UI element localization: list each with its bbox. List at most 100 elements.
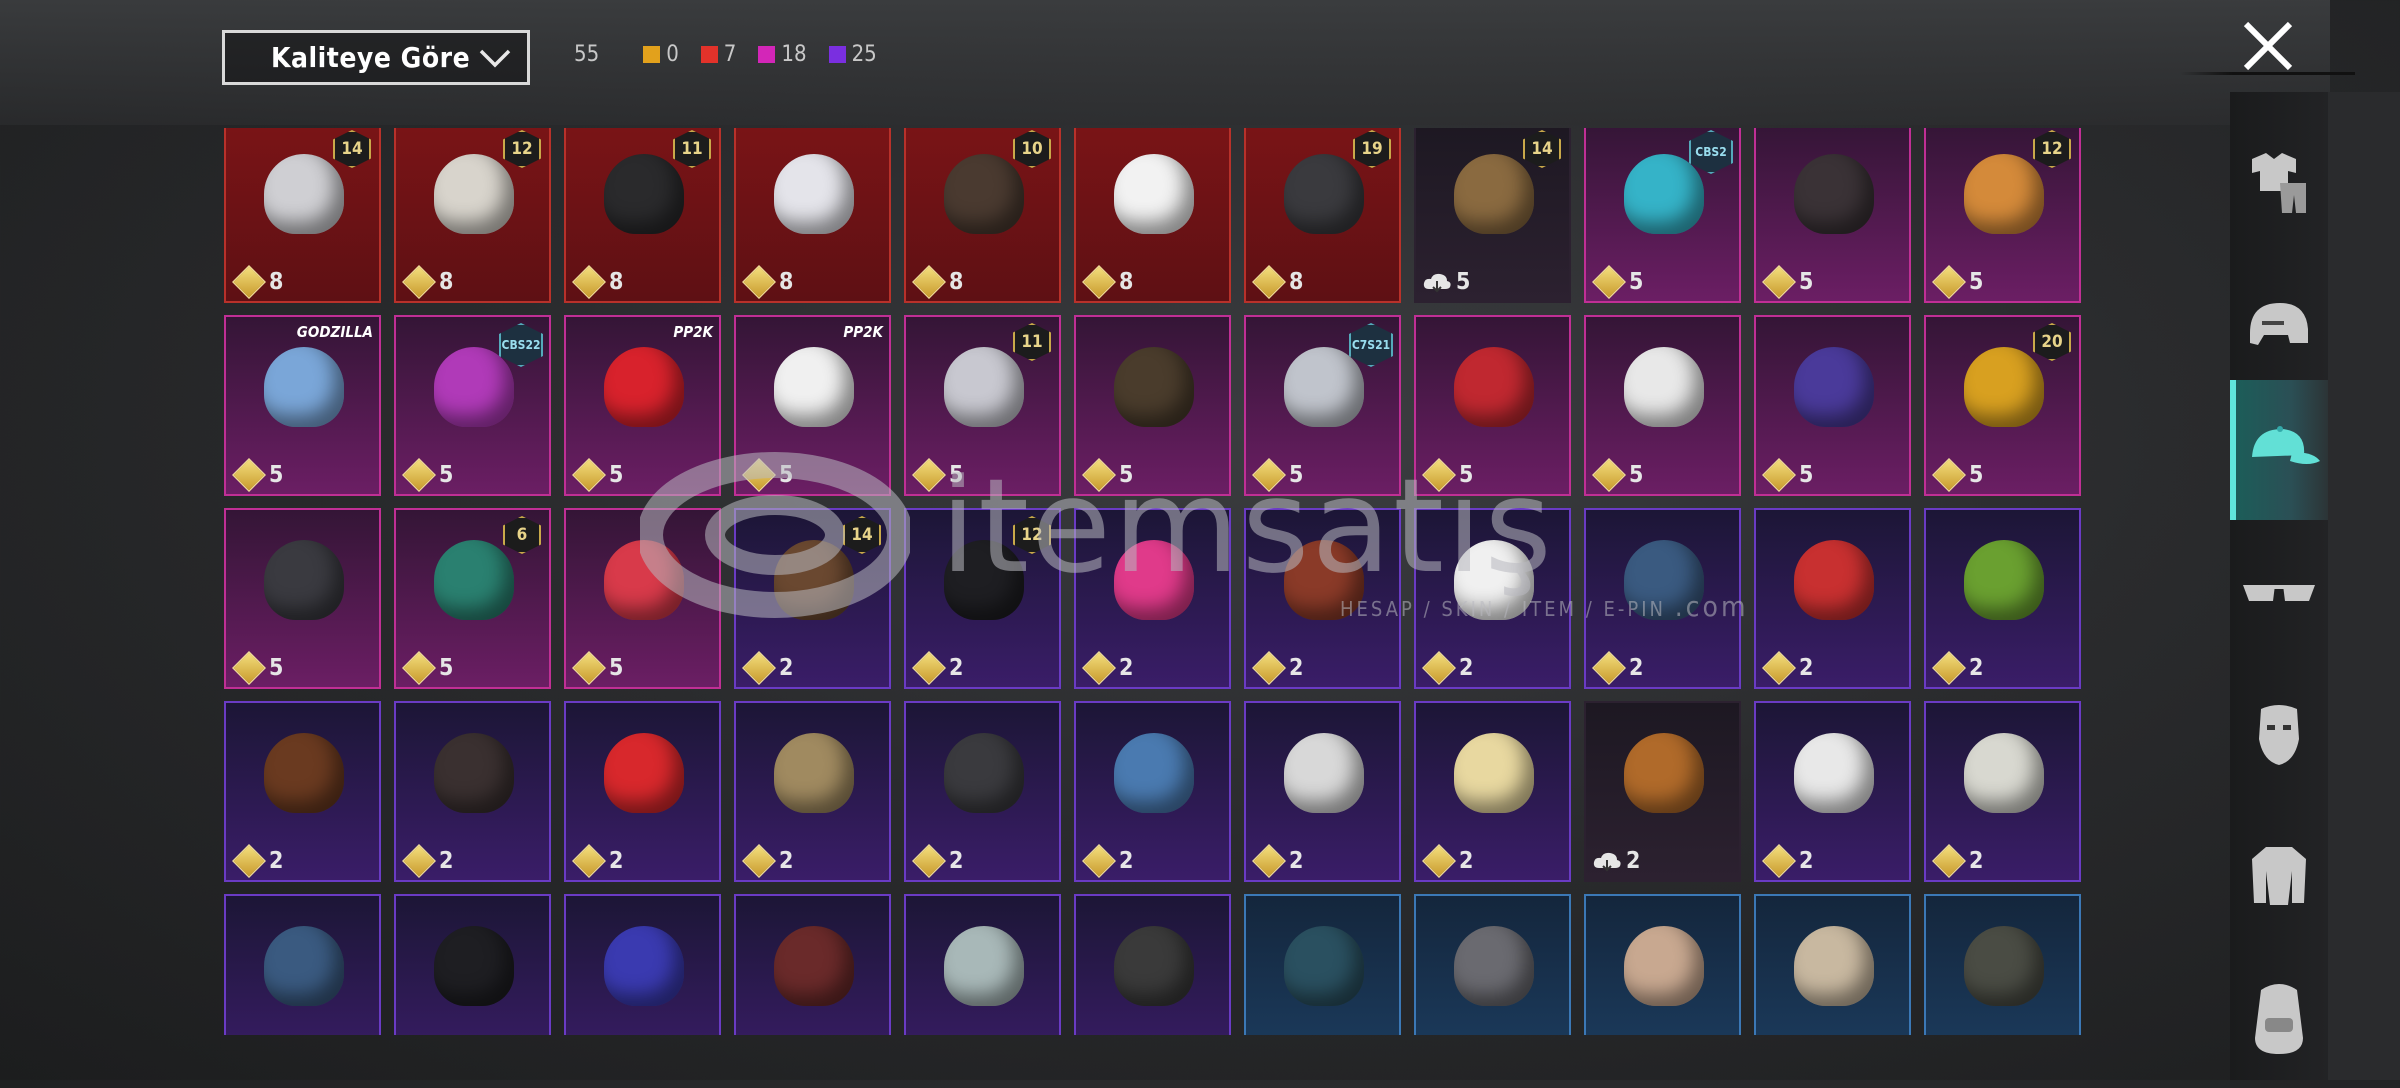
item-slot[interactable]: 2	[1244, 701, 1401, 882]
item-slot[interactable]: 2	[1074, 701, 1231, 882]
quantity-text: 2	[1626, 848, 1641, 874]
item-slot[interactable]: 1	[1414, 894, 1571, 1035]
item-slot[interactable]: 2	[1924, 508, 2081, 689]
item-quantity: 5	[570, 458, 623, 492]
item-slot[interactable]: 2	[1074, 508, 1231, 689]
item-slot[interactable]: 2	[394, 701, 551, 882]
item-icon	[604, 926, 684, 1006]
item-icon	[1624, 540, 1704, 620]
item-slot[interactable]: 2	[1584, 508, 1741, 689]
level-badge: 19	[1353, 130, 1391, 168]
quantity-text: 5	[1289, 462, 1304, 488]
item-slot[interactable]: 1	[1584, 894, 1741, 1035]
item-slot[interactable]: 2	[564, 701, 721, 882]
item-slot[interactable]: 2	[1414, 701, 1571, 882]
item-slot[interactable]: 5	[1074, 315, 1231, 496]
item-slot[interactable]: 1	[1924, 894, 2081, 1035]
item-slot[interactable]: PP2K 5	[734, 315, 891, 496]
item-slot[interactable]: 2	[1584, 701, 1741, 882]
item-slot[interactable]: 2	[394, 894, 551, 1035]
quantity-text: 5	[269, 462, 284, 488]
item-slot[interactable]: 8	[734, 128, 891, 303]
item-slot[interactable]: 8	[1074, 128, 1231, 303]
item-slot[interactable]: GODZILLA 5	[224, 315, 381, 496]
item-icon	[1114, 347, 1194, 427]
epic-swatch	[758, 46, 776, 63]
item-slot[interactable]: 2	[564, 894, 721, 1035]
item-slot[interactable]: 19 8	[1244, 128, 1401, 303]
item-slot[interactable]: 14 5	[1414, 128, 1571, 303]
tab-eyewear[interactable]	[2230, 522, 2328, 662]
level-badge: 14	[333, 130, 371, 168]
item-icon	[1624, 733, 1704, 813]
item-slot[interactable]: CBS22 5	[394, 315, 551, 496]
item-slot[interactable]: 5	[224, 508, 381, 689]
item-slot[interactable]: 20 5	[1924, 315, 2081, 496]
item-slot[interactable]: 2	[224, 894, 381, 1035]
crate-coupon-icon	[912, 458, 946, 492]
item-slot[interactable]: 5	[564, 508, 721, 689]
quantity-text: 8	[1119, 269, 1134, 295]
item-slot[interactable]: 11 8	[564, 128, 721, 303]
season-tag: PP2K	[843, 323, 883, 341]
item-icon	[1284, 540, 1364, 620]
crate-coupon-icon	[742, 651, 776, 685]
item-slot[interactable]: 14 2	[734, 508, 891, 689]
item-slot[interactable]: 2	[1244, 508, 1401, 689]
tab-top[interactable]	[2230, 806, 2328, 946]
item-quantity: 5	[1590, 265, 1643, 299]
item-slot[interactable]: 12 8	[394, 128, 551, 303]
item-icon	[1454, 154, 1534, 234]
item-icon	[264, 347, 344, 427]
item-slot[interactable]: 12 5	[1924, 128, 2081, 303]
item-slot[interactable]: 5	[1754, 128, 1911, 303]
item-icon	[434, 154, 514, 234]
item-slot[interactable]: 2	[1414, 508, 1571, 689]
item-icon	[604, 154, 684, 234]
crate-coupon-icon	[232, 844, 266, 878]
close-icon[interactable]	[2240, 18, 2296, 74]
item-icon	[1964, 733, 2044, 813]
item-slot[interactable]: 5	[1754, 315, 1911, 496]
item-icon	[434, 733, 514, 813]
tab-face[interactable]	[2230, 664, 2328, 804]
quantity-text: 2	[1969, 848, 1984, 874]
item-icon	[1794, 733, 1874, 813]
quantity-text: 2	[779, 655, 794, 681]
item-slot[interactable]: C7S21 5	[1244, 315, 1401, 496]
level-badge: 12	[2033, 130, 2071, 168]
item-slot[interactable]: PP2K 5	[564, 315, 721, 496]
item-slot[interactable]: 2	[1754, 701, 1911, 882]
quantity-text: 2	[1119, 655, 1134, 681]
tab-outfit[interactable]	[2230, 112, 2328, 252]
item-slot[interactable]: 2	[1924, 701, 2081, 882]
item-quantity: 2	[910, 844, 963, 878]
item-slot[interactable]: 5	[1584, 315, 1741, 496]
item-slot[interactable]: 12 2	[904, 508, 1061, 689]
item-slot[interactable]: 2	[224, 701, 381, 882]
item-slot[interactable]: CBS2 5	[1584, 128, 1741, 303]
item-slot[interactable]: 11 5	[904, 315, 1061, 496]
item-slot[interactable]: 10 8	[904, 128, 1061, 303]
item-slot[interactable]: 2	[734, 701, 891, 882]
crate-coupon-icon	[742, 265, 776, 299]
item-slot[interactable]: 2	[904, 894, 1061, 1035]
item-icon	[1114, 540, 1194, 620]
tab-helmet[interactable]	[2230, 258, 2328, 398]
item-slot[interactable]: 2	[904, 701, 1061, 882]
item-slot[interactable]: 14 8	[224, 128, 381, 303]
sort-dropdown[interactable]: Kaliteye Göre	[222, 30, 530, 85]
item-slot[interactable]: 5	[1414, 315, 1571, 496]
item-slot[interactable]: 2	[1754, 508, 1911, 689]
level-badge: 14	[843, 516, 881, 554]
tab-headwear[interactable]	[2230, 380, 2328, 520]
item-quantity: 2	[1080, 651, 1134, 685]
tab-backpack[interactable]	[2230, 948, 2328, 1088]
item-slot[interactable]: 2	[1074, 894, 1231, 1035]
item-slot[interactable]: 2	[734, 894, 891, 1035]
item-icon	[264, 154, 344, 234]
item-slot[interactable]: 65	[394, 508, 551, 689]
item-slot[interactable]: 1	[1244, 894, 1401, 1035]
quantity-text: 2	[1119, 848, 1134, 874]
item-slot[interactable]: 1	[1754, 894, 1911, 1035]
